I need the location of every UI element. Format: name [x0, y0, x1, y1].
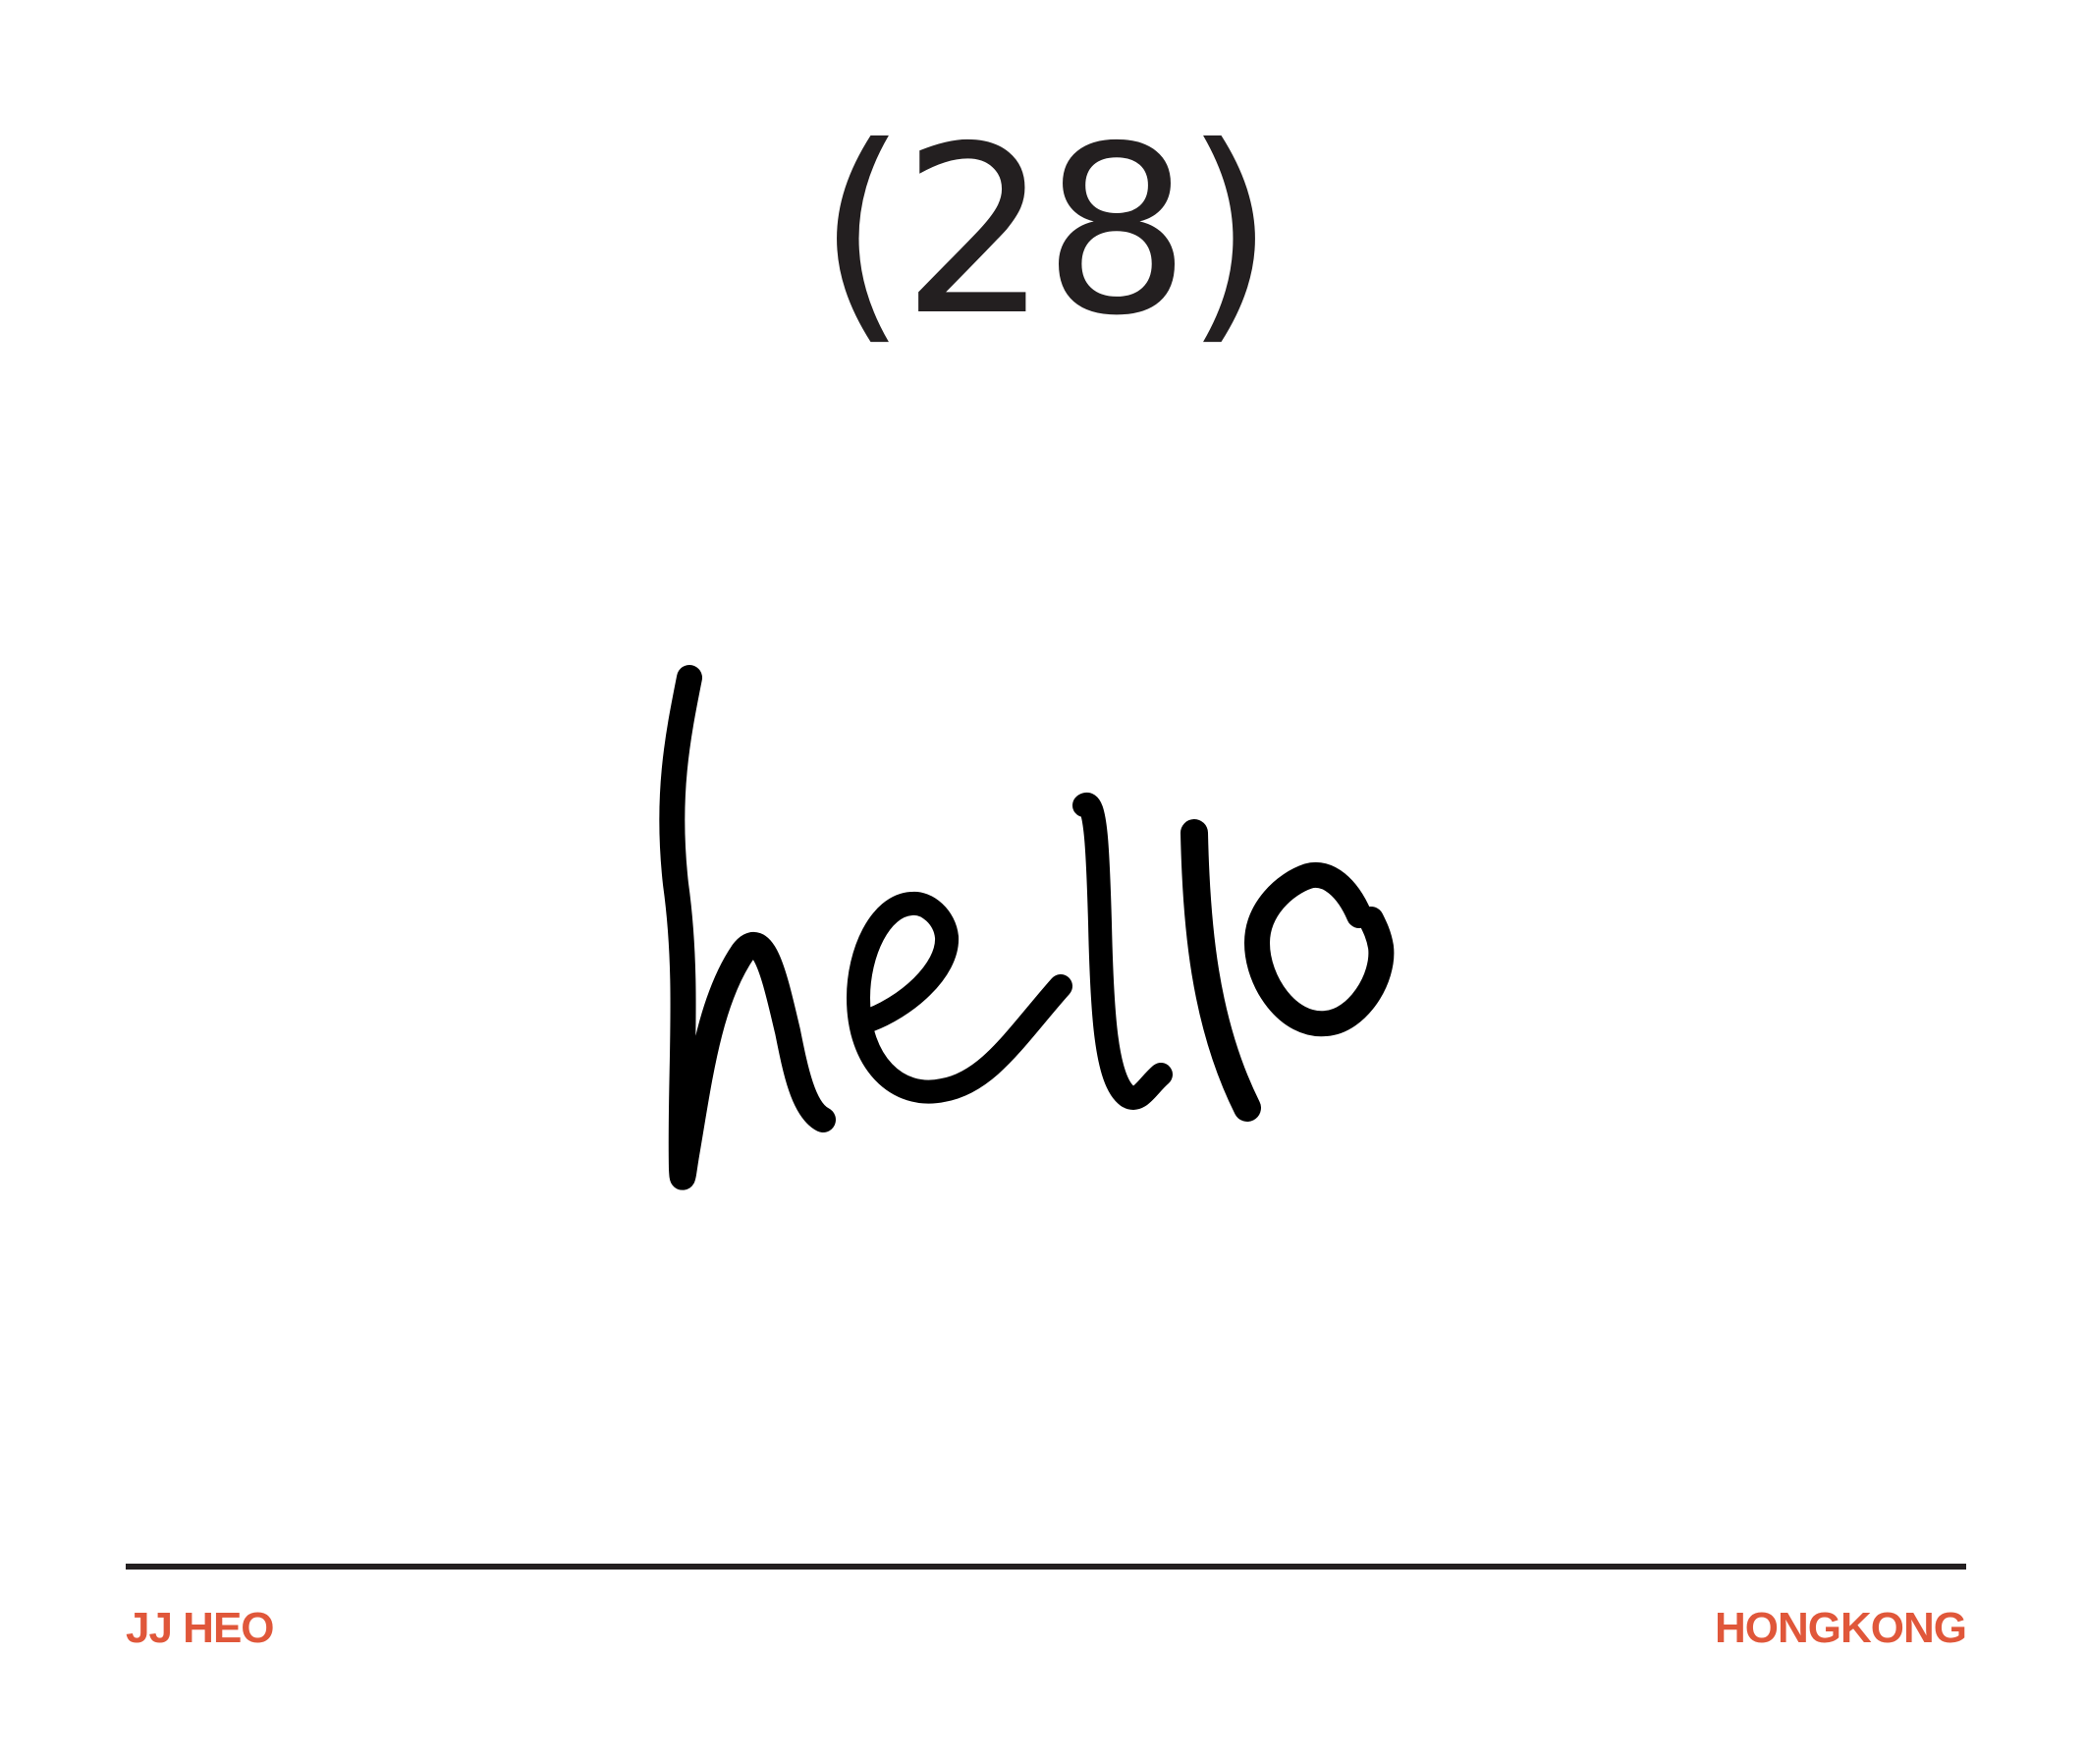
letter-h	[659, 665, 836, 1190]
location-label: HONGKONG	[1715, 1604, 1967, 1652]
card: (28) JJ HEO HONGKONG	[0, 0, 2086, 1764]
letter-l-first	[1072, 792, 1173, 1110]
handwritten-hello-lettering	[648, 658, 1434, 1208]
divider-rule	[126, 1564, 1966, 1570]
author-name: JJ HEO	[126, 1604, 275, 1652]
card-number: (28)	[816, 96, 1275, 366]
letter-e	[847, 891, 1072, 1104]
hello-lettering-svg	[659, 665, 1395, 1190]
letter-l-second	[1180, 819, 1261, 1122]
letter-o	[1244, 861, 1395, 1037]
